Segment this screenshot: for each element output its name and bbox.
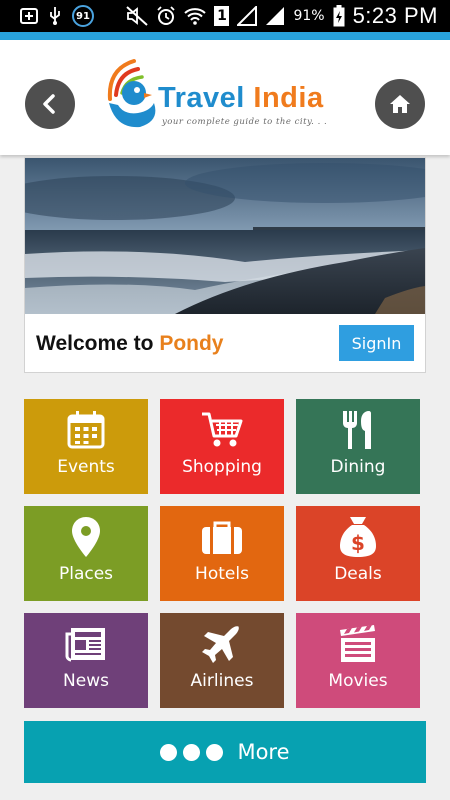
back-button[interactable] — [25, 79, 75, 129]
home-icon — [390, 95, 410, 113]
status-bar: 91 1 91% 5:23 PM — [0, 0, 450, 32]
calendar-icon — [67, 411, 105, 449]
clapperboard-icon — [340, 625, 375, 662]
usb-icon — [48, 6, 62, 26]
add-notification-icon — [20, 8, 38, 24]
logo-word-india: India — [253, 82, 324, 114]
logo-tagline: your complete guide to the city. . . — [162, 117, 328, 127]
wifi-icon — [184, 7, 207, 25]
welcome-heading: Welcome to Pondy — [36, 332, 223, 356]
beach-banner-image — [25, 158, 425, 314]
svg-text:$: $ — [351, 531, 365, 555]
tile-label: Shopping — [182, 457, 262, 477]
tile-places[interactable]: Places — [24, 506, 148, 601]
welcome-prefix: Welcome to — [36, 332, 160, 355]
map-pin-icon — [72, 517, 100, 557]
home-button[interactable] — [375, 79, 425, 129]
tile-hotels[interactable]: Hotels — [160, 506, 284, 601]
battery-percent: 91% — [293, 8, 325, 24]
clock: 5:23 PM — [352, 3, 438, 28]
more-dots-icon — [160, 743, 224, 761]
tile-shopping[interactable]: Shopping — [160, 399, 284, 494]
welcome-card: Welcome to Pondy SignIn — [24, 157, 426, 373]
newspaper-icon — [65, 628, 105, 662]
suitcase-icon — [202, 521, 242, 554]
money-bag-icon: $ — [340, 517, 376, 557]
logo-title: Travel India — [158, 82, 324, 115]
signal-icon — [237, 6, 258, 26]
app-header: Travel India your complete guide to the … — [0, 40, 450, 155]
signal-icon-2 — [265, 6, 285, 26]
tile-news[interactable]: News — [24, 613, 148, 708]
airplane-icon — [202, 626, 239, 663]
logo-word-travel: Travel — [158, 82, 245, 114]
tile-label: Hotels — [195, 564, 249, 584]
mute-icon — [126, 6, 149, 26]
fork-knife-icon — [343, 411, 371, 449]
city-name: Pondy — [159, 332, 224, 355]
more-label: More — [237, 740, 290, 764]
sim-slot-indicator: 1 — [214, 6, 230, 26]
accent-line — [0, 32, 450, 40]
tile-label: Airlines — [190, 671, 254, 691]
signin-button[interactable]: SignIn — [339, 325, 414, 361]
tile-label: News — [63, 671, 109, 691]
tile-events[interactable]: Events — [24, 399, 148, 494]
notification-count-badge: 91 — [72, 5, 94, 27]
tile-label: Deals — [334, 564, 382, 584]
more-button[interactable]: More — [24, 721, 426, 783]
tile-label: Movies — [328, 671, 388, 691]
tile-airlines[interactable]: Airlines — [160, 613, 284, 708]
tile-movies[interactable]: Movies — [296, 613, 420, 708]
chevron-left-icon — [43, 94, 55, 114]
app-logo: Travel India your complete guide to the … — [104, 55, 334, 145]
alarm-icon — [156, 6, 176, 26]
peacock-logo-icon — [107, 59, 156, 128]
tile-label: Places — [58, 564, 114, 584]
battery-charging-icon — [333, 5, 345, 27]
shopping-cart-icon — [202, 412, 243, 447]
tile-deals[interactable]: $ Deals — [296, 506, 420, 601]
tile-dining[interactable]: Dining — [296, 399, 420, 494]
tile-label: Dining — [330, 457, 386, 477]
tile-label: Events — [57, 457, 115, 477]
